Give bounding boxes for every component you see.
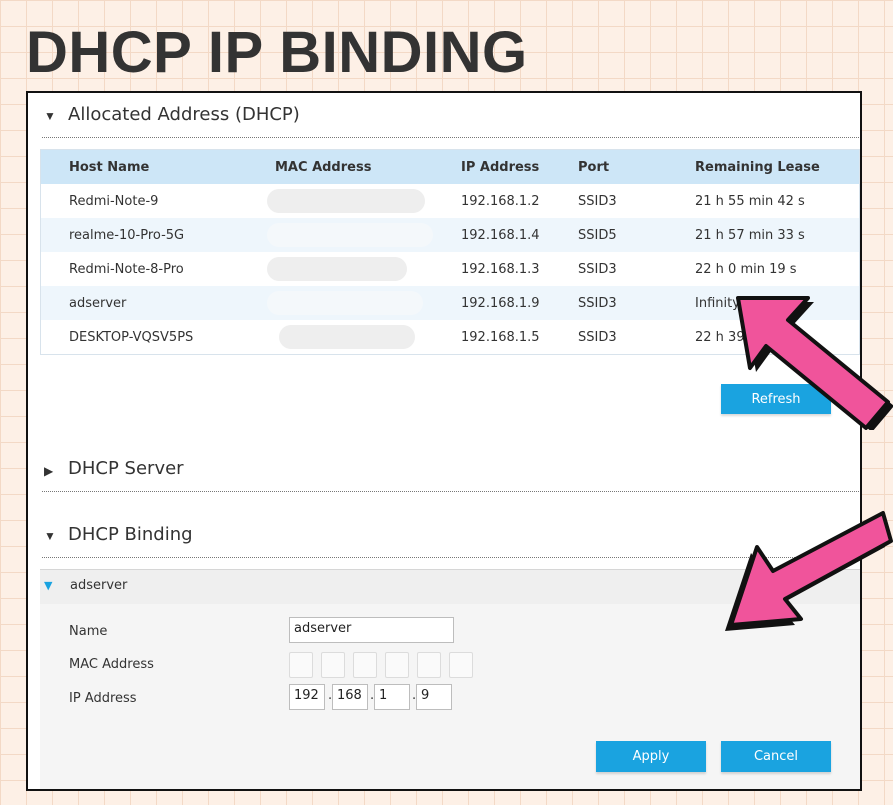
host-name-cell: DESKTOP-VQSV5PS bbox=[69, 329, 194, 345]
mac-cell-redacted bbox=[247, 286, 433, 320]
mac-cell-redacted bbox=[247, 218, 433, 252]
ip-octet-input-2[interactable]: 168 bbox=[332, 684, 368, 710]
ip-cell: 192.168.1.4 bbox=[433, 218, 550, 252]
triangle-down-icon: ▼ bbox=[44, 579, 53, 592]
host-name-cell: adserver bbox=[40, 286, 247, 320]
triangle-right-icon: ▶ bbox=[44, 464, 54, 478]
pink-arrow-icon bbox=[725, 511, 893, 631]
allocated-section-label: Allocated Address (DHCP) bbox=[68, 104, 300, 125]
apply-button[interactable]: Apply bbox=[596, 741, 706, 772]
ip-octet-input-3[interactable]: 1 bbox=[374, 684, 410, 710]
mac-cell-redacted bbox=[247, 320, 433, 355]
table-row: realme-10-Pro-5G 192.168.1.4 SSID5 21 h … bbox=[40, 218, 860, 252]
mac-cell-redacted bbox=[247, 252, 433, 286]
column-header-ip: IP Address bbox=[433, 149, 550, 184]
dhcp-binding-section-label: DHCP Binding bbox=[68, 524, 193, 545]
column-header-host: Host Name bbox=[40, 149, 247, 184]
lease-cell: 21 h 57 min 33 s bbox=[667, 218, 860, 252]
lease-cell: 21 h 55 min 42 s bbox=[695, 193, 805, 209]
ip-octet-input-4[interactable]: 9 bbox=[416, 684, 452, 710]
mac-octet-input[interactable] bbox=[353, 652, 377, 678]
table-row: Redmi-Note-9 192.168.1.2 SSID3 21 h 55 m… bbox=[41, 184, 860, 218]
dhcp-server-section-label: DHCP Server bbox=[68, 458, 184, 479]
binding-entry-label: adserver bbox=[70, 578, 128, 593]
port-cell: SSID3 bbox=[578, 193, 617, 209]
host-name-cell: Redmi-Note-8-Pro bbox=[69, 261, 184, 277]
page-title: DHCP IP BINDING bbox=[26, 20, 528, 85]
port-cell: SSID3 bbox=[550, 286, 667, 320]
mac-octet-input[interactable] bbox=[449, 652, 473, 678]
mac-cell-redacted bbox=[247, 184, 433, 218]
ip-cell: 192.168.1.3 bbox=[461, 261, 540, 277]
ip-cell: 192.168.1.2 bbox=[461, 193, 540, 209]
mac-octet-input[interactable] bbox=[417, 652, 441, 678]
dhcp-server-section-header[interactable]: ▶ DHCP Server bbox=[42, 451, 860, 492]
redacted-mac bbox=[267, 223, 433, 247]
port-cell: SSID3 bbox=[578, 329, 617, 345]
pink-arrow-icon bbox=[736, 296, 893, 430]
column-header-mac: MAC Address bbox=[247, 149, 433, 184]
redacted-mac bbox=[267, 291, 423, 315]
name-label: Name bbox=[69, 624, 108, 639]
port-cell: SSID5 bbox=[550, 218, 667, 252]
mac-address-label: MAC Address bbox=[69, 657, 154, 672]
ip-cell: 192.168.1.9 bbox=[433, 286, 550, 320]
triangle-down-icon: ▼ bbox=[44, 109, 56, 123]
mac-octet-input[interactable] bbox=[321, 652, 345, 678]
redacted-mac bbox=[267, 189, 425, 213]
name-input[interactable]: adserver bbox=[289, 617, 454, 643]
redacted-mac bbox=[267, 257, 407, 281]
mac-octet-input[interactable] bbox=[289, 652, 313, 678]
mac-octet-input[interactable] bbox=[385, 652, 409, 678]
ip-address-label: IP Address bbox=[69, 691, 137, 706]
router-settings-panel: ▼ Allocated Address (DHCP) Host Name MAC… bbox=[26, 91, 862, 791]
port-cell: SSID3 bbox=[578, 261, 617, 277]
redacted-mac bbox=[279, 325, 415, 349]
triangle-down-icon: ▼ bbox=[44, 529, 56, 543]
table-header-row: Host Name MAC Address IP Address Port Re… bbox=[40, 149, 860, 184]
allocated-section-header[interactable]: ▼ Allocated Address (DHCP) bbox=[42, 97, 860, 138]
host-name-cell: Redmi-Note-9 bbox=[69, 193, 159, 209]
ip-cell: 192.168.1.5 bbox=[461, 329, 540, 345]
column-header-lease: Remaining Lease bbox=[667, 149, 860, 184]
ip-octet-input-1[interactable]: 192 bbox=[289, 684, 325, 710]
cancel-button[interactable]: Cancel bbox=[721, 741, 831, 772]
column-header-port: Port bbox=[550, 149, 667, 184]
host-name-cell: realme-10-Pro-5G bbox=[40, 218, 247, 252]
